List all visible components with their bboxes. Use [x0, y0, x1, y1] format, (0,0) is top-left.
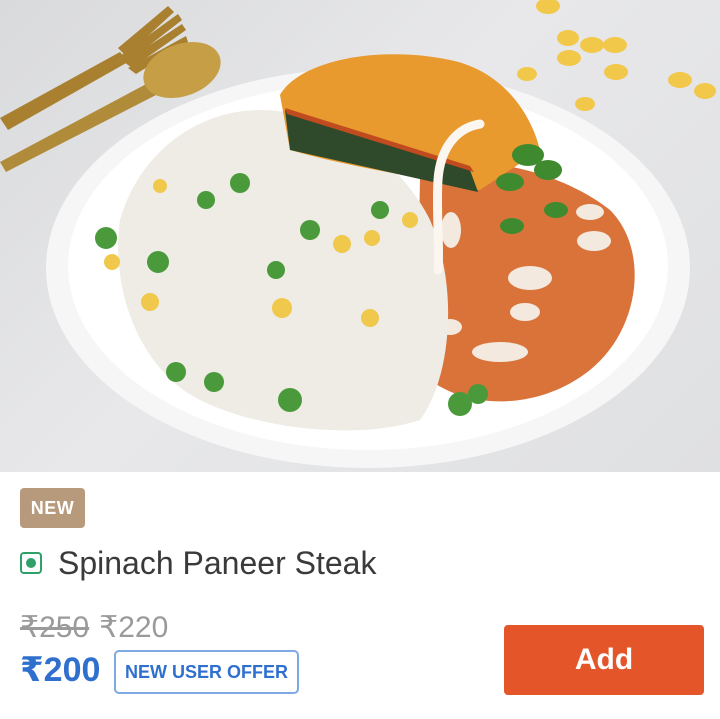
veg-indicator-icon: [20, 552, 42, 574]
corn-kernels: [517, 0, 716, 111]
final-price: ₹200: [20, 651, 101, 689]
product-title: Spinach Paneer Steak: [58, 545, 377, 581]
mrp-price: ₹250: [20, 611, 90, 644]
veg-dot: [26, 558, 36, 568]
product-image: [0, 0, 720, 472]
discounted-price: ₹220: [99, 611, 169, 644]
new-badge: NEW: [20, 488, 85, 528]
new-user-offer-badge: NEW USER OFFER: [114, 650, 299, 694]
add-button[interactable]: Add: [504, 625, 704, 695]
food-photo-illustration: [0, 0, 716, 468]
price-row: ₹250 ₹220: [20, 610, 168, 645]
